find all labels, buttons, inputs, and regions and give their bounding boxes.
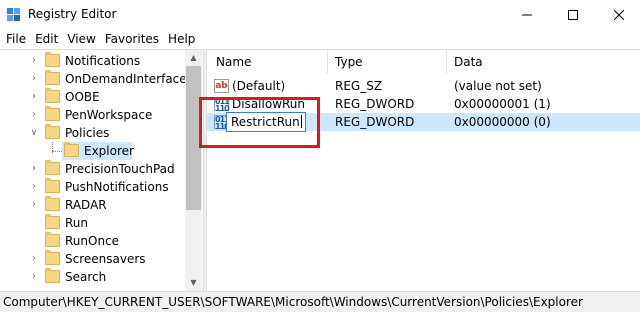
value-data: 0x00000001 (1) [454, 97, 551, 111]
minimize-icon [522, 14, 532, 16]
tree-item-oobe[interactable]: › OOBE [0, 88, 185, 106]
tree-item-runonce[interactable]: RunOnce [0, 232, 185, 250]
chevron-right-icon[interactable]: › [29, 199, 39, 211]
menu-bar: File Edit View Favorites Help [0, 30, 640, 49]
tree-item-label: Search [65, 270, 107, 284]
chevron-right-icon[interactable]: › [29, 271, 39, 283]
tree-item-pushnotifications[interactable]: › PushNotifications [0, 178, 185, 196]
tree-item-explorer[interactable]: Explorer [0, 142, 185, 160]
tree-item-run[interactable]: Run [0, 214, 185, 232]
chevron-right-icon[interactable]: › [29, 181, 39, 193]
folder-icon [45, 124, 60, 139]
window-title: Registry Editor [28, 7, 117, 21]
folder-icon [45, 268, 60, 283]
tree-item-label: OnDemandInterfaceCa [65, 72, 203, 86]
tree-item-search[interactable]: › Search [0, 268, 185, 286]
scroll-down-icon[interactable]: ▼ [185, 275, 202, 291]
title-bar[interactable]: Registry Editor [0, 0, 640, 30]
minimize-button[interactable] [504, 0, 550, 30]
menu-view[interactable]: View [63, 30, 99, 49]
menu-favorites[interactable]: Favorites [101, 30, 163, 49]
column-header-data[interactable]: Data [454, 55, 483, 69]
tree-item-penworkspace[interactable]: › PenWorkspace [0, 106, 185, 124]
folder-icon [45, 52, 60, 67]
chevron-down-icon[interactable]: ∨ [29, 127, 39, 139]
tree-item-label: RunOnce [65, 234, 120, 248]
chevron-right-icon[interactable]: › [29, 91, 39, 103]
value-type: REG_DWORD [335, 115, 415, 129]
close-icon [614, 10, 624, 20]
tree-item-policies[interactable]: ∨ Policies [0, 124, 185, 142]
menu-help[interactable]: Help [164, 30, 199, 49]
folder-icon [45, 160, 60, 175]
chevron-right-icon[interactable]: › [29, 55, 39, 67]
tree-item-notifications[interactable]: › Notifications [0, 52, 185, 70]
folder-icon [45, 196, 60, 211]
folder-icon [45, 70, 60, 85]
folder-icon [45, 106, 60, 121]
column-divider[interactable] [327, 50, 328, 74]
tree-item-label: PushNotifications [65, 180, 169, 194]
chevron-right-icon[interactable]: › [29, 163, 39, 175]
tree-item-label: PenWorkspace [65, 108, 153, 122]
chevron-right-icon[interactable]: › [29, 73, 39, 85]
column-header-name[interactable]: Name [216, 55, 251, 69]
status-bar-path: Computer\HKEY_CURRENT_USER\SOFTWARE\Micr… [0, 291, 640, 312]
folder-icon [45, 214, 60, 229]
column-divider[interactable] [446, 50, 447, 74]
maximize-button[interactable] [550, 0, 596, 30]
close-button[interactable] [596, 0, 640, 30]
value-data: 0x00000000 (0) [454, 115, 551, 129]
folder-icon [45, 232, 60, 247]
annotation-highlight-box [199, 97, 320, 148]
value-name: (Default) [232, 79, 286, 93]
value-type: REG_DWORD [335, 97, 415, 111]
tree-item-screensavers[interactable]: › Screensavers [0, 250, 185, 268]
folder-icon [45, 178, 60, 193]
tree-item-ondemandinterfaceca[interactable]: › OnDemandInterfaceCa [0, 70, 202, 88]
tree-item-label: Screensavers [65, 252, 146, 266]
menu-file[interactable]: File [2, 30, 30, 49]
folder-icon [45, 250, 60, 265]
column-header-type[interactable]: Type [335, 55, 363, 69]
tree-item-label: PrecisionTouchPad [65, 162, 175, 176]
tree-item-label: Run [65, 216, 89, 230]
registry-editor-icon [7, 8, 20, 21]
tree-item-label: Notifications [65, 54, 141, 68]
tree-item-radar[interactable]: › RADAR [0, 196, 185, 214]
chevron-right-icon[interactable]: › [29, 253, 39, 265]
value-data: (value not set) [454, 79, 542, 93]
tree-item-label: Explorer [84, 144, 134, 158]
tree-item-label: OOBE [65, 90, 100, 104]
folder-open-icon [64, 142, 79, 157]
tree-item-label: Policies [65, 126, 110, 140]
registry-tree: › Notifications › OnDemandInterfaceCa › … [0, 49, 203, 291]
string-value-icon: ab [214, 79, 229, 93]
chevron-right-icon[interactable]: › [29, 109, 39, 121]
list-header: Name Type Data [207, 50, 640, 74]
maximize-icon [568, 10, 578, 20]
folder-icon [45, 88, 60, 103]
menu-edit[interactable]: Edit [31, 30, 62, 49]
values-list: Name Type Data ab (Default) REG_SZ (valu… [207, 49, 640, 291]
scroll-up-icon[interactable]: ▲ [185, 50, 202, 66]
tree-item-label: RADAR [65, 198, 107, 212]
tree-item-precisiontouchpad[interactable]: › PrecisionTouchPad [0, 160, 185, 178]
value-type: REG_SZ [335, 79, 383, 93]
value-row-default[interactable]: ab (Default) REG_SZ (value not set) [207, 77, 640, 95]
